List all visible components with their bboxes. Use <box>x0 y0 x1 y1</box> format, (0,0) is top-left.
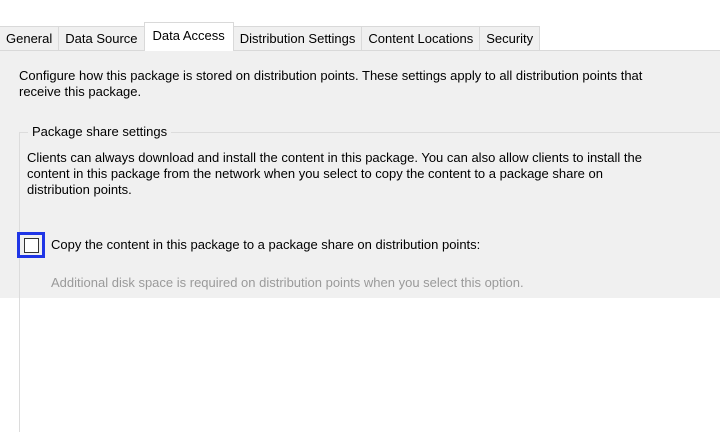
copy-to-package-share-option[interactable]: Copy the content in this package to a pa… <box>17 232 480 258</box>
group-description-line: distribution points. <box>27 182 132 197</box>
tab-content-locations[interactable]: Content Locations <box>361 26 481 51</box>
tab-data-access[interactable]: Data Access <box>143 22 234 51</box>
disk-space-hint: Additional disk space is required on dis… <box>51 275 524 290</box>
group-description-line: Clients can always download and install … <box>27 150 642 165</box>
tab-strip: General Data Source Data Access Distribu… <box>0 22 541 51</box>
copy-to-package-share-label[interactable]: Copy the content in this package to a pa… <box>51 237 480 253</box>
tab-bar: General Data Source Data Access Distribu… <box>0 0 720 51</box>
group-description: Clients can always download and install … <box>27 150 720 198</box>
tab-general[interactable]: General <box>0 26 60 51</box>
intro-text: Configure how this package is stored on … <box>19 68 719 100</box>
intro-line: Configure how this package is stored on … <box>19 68 643 83</box>
data-access-panel: Configure how this package is stored on … <box>0 51 720 432</box>
checkbox-highlight <box>17 232 45 258</box>
tab-distribution-settings[interactable]: Distribution Settings <box>232 26 363 51</box>
tab-security[interactable]: Security <box>479 26 541 51</box>
tab-data-source[interactable]: Data Source <box>58 26 145 51</box>
copy-to-package-share-checkbox[interactable] <box>23 237 39 253</box>
group-description-line: content in this package from the network… <box>27 166 603 181</box>
group-title: Package share settings <box>28 123 172 141</box>
intro-line: receive this package. <box>19 84 142 99</box>
